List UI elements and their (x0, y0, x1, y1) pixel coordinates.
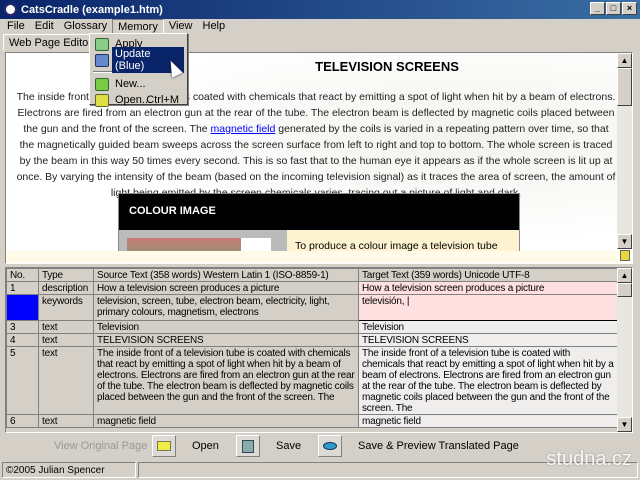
menu-bar: File Edit Glossary Memory View Help (0, 19, 640, 34)
tab-web-page-editor[interactable]: Web Page Editor (3, 34, 98, 51)
menu-glossary[interactable]: Glossary (59, 19, 112, 34)
menu-help[interactable]: Help (198, 19, 231, 34)
row-type: text (38, 346, 94, 415)
open-button[interactable] (152, 435, 176, 457)
save-label[interactable]: Save (276, 440, 301, 452)
save-button[interactable] (236, 435, 260, 457)
update-icon (95, 53, 109, 67)
eye-preview-icon (323, 442, 337, 450)
grid-header: No. Type Source Text (358 words) Western… (6, 268, 619, 282)
row-type: text (38, 320, 94, 334)
menu-file[interactable]: File (2, 19, 30, 34)
row-type: text (38, 333, 94, 347)
grid-scrollbar[interactable]: ▲ ▼ (617, 268, 632, 432)
row-target[interactable]: The inside front of a television tube is… (358, 346, 619, 415)
colour-image-title: COLOUR IMAGE (119, 194, 519, 230)
menu-item-open[interactable]: Open... Ctrl+M (92, 92, 185, 108)
scroll-up-icon[interactable]: ▲ (617, 268, 632, 283)
row-source: The inside front of a television tube is… (93, 346, 359, 415)
save-disk-icon (242, 439, 254, 453)
row-no: 3 (6, 320, 39, 334)
table-row[interactable]: 4 text TELEVISION SCREENS TELEVISION SCREEN… (6, 333, 619, 347)
row-target[interactable]: Television (358, 320, 619, 334)
window-title: CatsCradle (example1.htm) (21, 3, 163, 16)
table-row[interactable]: 5 text The inside front of a television tu… (6, 346, 619, 415)
row-no: 1 (6, 281, 39, 295)
table-row[interactable]: 2 keywords television, screen, tube, elect… (6, 294, 619, 321)
col-type[interactable]: Type (38, 268, 94, 282)
preview-scrollbar[interactable]: ▲ ▼ (617, 53, 632, 249)
app-icon (4, 3, 17, 16)
col-source[interactable]: Source Text (358 words) Western Latin 1 … (93, 268, 359, 282)
view-original-page-button[interactable]: View Original Page (54, 440, 147, 452)
minimize-button[interactable]: _ (590, 2, 605, 15)
row-source: How a television screen produces a pictu… (93, 281, 359, 295)
row-type: keywords (38, 294, 94, 321)
row-target[interactable]: TELEVISION SCREENS (358, 333, 619, 347)
row-no: 5 (6, 346, 39, 415)
menu-memory[interactable]: Memory (112, 19, 164, 34)
row-source: magnetic field (93, 414, 359, 428)
lock-icon[interactable] (620, 250, 630, 261)
row-source: television, screen, tube, electron beam,… (93, 294, 359, 321)
target-edit-field[interactable]: televisión, | (358, 294, 619, 321)
save-preview-label[interactable]: Save & Preview Translated Page (358, 440, 519, 452)
open-folder-icon (95, 93, 109, 107)
save-preview-button[interactable] (318, 435, 342, 457)
row-target[interactable]: How a television screen produces a pictu… (358, 281, 619, 295)
row-target[interactable]: magnetic field (358, 414, 619, 428)
table-row[interactable]: 6 text magnetic field magnetic field (6, 414, 619, 428)
status-bar: ©2005 Julian Spencer (0, 462, 640, 480)
table-row[interactable]: 3 text Television Television (6, 320, 619, 334)
row-source: Television (93, 320, 359, 334)
menu-edit[interactable]: Edit (30, 19, 59, 34)
apply-icon (95, 37, 109, 51)
maximize-button[interactable]: □ (606, 2, 621, 15)
open-folder-icon (157, 441, 171, 451)
magnetic-field-link[interactable]: magnetic field (211, 123, 276, 135)
scroll-thumb[interactable] (617, 68, 632, 106)
new-icon (95, 77, 109, 91)
shortcut-label: Ctrl+M (146, 94, 179, 106)
open-label[interactable]: Open (192, 440, 219, 452)
table-row[interactable]: 1 description How a television screen prod… (6, 281, 619, 295)
segment-grid: No. Type Source Text (358 words) Western… (5, 267, 633, 433)
button-bar: View Original Page Open Save Save & Prev… (0, 433, 640, 461)
col-no[interactable]: No. (6, 268, 39, 282)
scroll-down-icon[interactable]: ▼ (617, 417, 632, 432)
row-no: 2 (6, 294, 39, 321)
scroll-thumb[interactable] (617, 283, 632, 297)
title-bar: CatsCradle (example1.htm) _ □ × (0, 0, 640, 19)
row-source: TELEVISION SCREENS (93, 333, 359, 347)
row-no: 4 (6, 333, 39, 347)
row-type: text (38, 414, 94, 428)
watermark: studna.cz (546, 448, 632, 470)
close-button[interactable]: × (622, 2, 637, 15)
scroll-down-icon[interactable]: ▼ (617, 234, 632, 249)
copyright-text: ©2005 Julian Spencer (2, 462, 136, 478)
menu-view[interactable]: View (164, 19, 198, 34)
col-target[interactable]: Target Text (359 words) Unicode UTF-8 (358, 268, 619, 282)
menu-item-new[interactable]: New... (92, 76, 185, 92)
scroll-up-icon[interactable]: ▲ (617, 53, 632, 68)
row-no: 6 (6, 414, 39, 428)
row-type: description (38, 281, 94, 295)
